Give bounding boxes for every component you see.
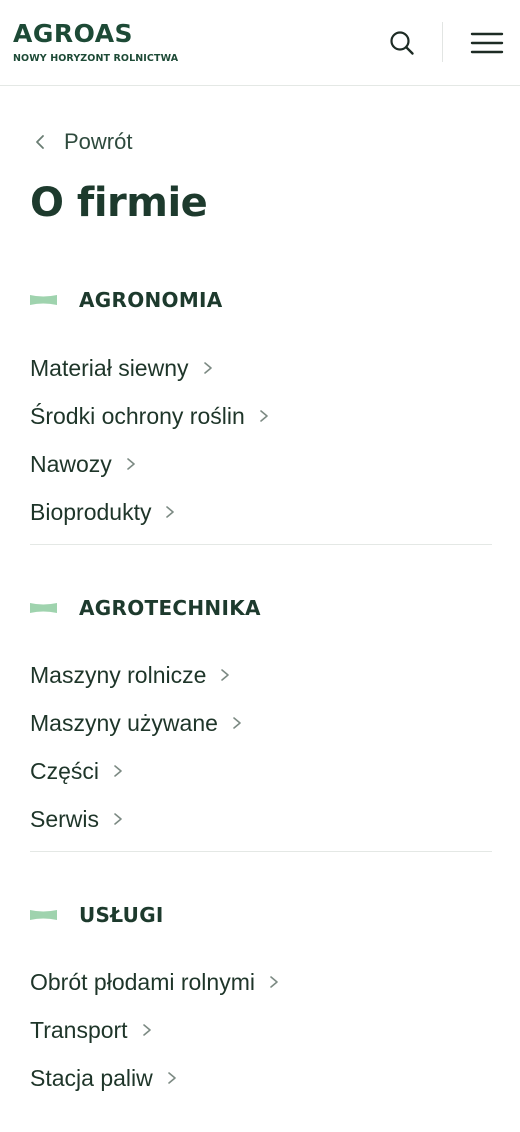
nav-item-material-siewny[interactable]: Materiał siewny — [30, 344, 492, 392]
logo-wordmark: AGROAS — [13, 19, 134, 48]
section-items: Materiał siewny Środki ochrony roślin Na… — [30, 344, 492, 536]
back-link[interactable]: Powrót — [30, 126, 132, 158]
menu-section-uslugi: USŁUGI Obrót płodami rolnymi Transport S… — [30, 900, 492, 1102]
nav-item-label: Materiał siewny — [30, 354, 189, 381]
nav-item-label: Maszyny rolnicze — [30, 661, 207, 688]
header-divider — [442, 22, 443, 62]
nav-item-label: Nawozy — [30, 450, 112, 477]
section-divider — [30, 544, 492, 545]
chevron-right-icon — [270, 976, 278, 988]
section-items: Obrót płodami rolnymi Transport Stacja p… — [30, 958, 492, 1102]
agroas-logo[interactable]: AGROAS NOWY HORYZONT ROLNICTWA — [13, 21, 193, 65]
search-button[interactable] — [386, 27, 418, 59]
chevron-right-icon — [221, 669, 230, 681]
hamburger-menu-icon — [470, 32, 504, 54]
nav-item-label: Bioprodukty — [30, 498, 152, 525]
nav-item-label: Środki ochrony roślin — [30, 402, 245, 429]
nav-item-label: Transport — [30, 1016, 128, 1043]
chevron-right-icon — [142, 1024, 151, 1036]
back-link-label: Powrót — [64, 129, 133, 154]
nav-item-maszyny-uzywane[interactable]: Maszyny używane — [30, 699, 492, 747]
section-header: USŁUGI — [30, 900, 492, 930]
chevron-right-icon — [114, 813, 122, 825]
nav-item-label: Części — [30, 757, 100, 784]
nav-item-serwis[interactable]: Serwis — [30, 795, 492, 843]
leaf-marker-icon — [30, 295, 57, 305]
chevron-right-icon — [167, 1072, 176, 1084]
nav-item-label: Stacja paliw — [30, 1064, 153, 1091]
leaf-marker-icon — [30, 603, 57, 613]
nav-item-label: Serwis — [30, 805, 100, 832]
section-title: AGRONOMIA — [79, 288, 223, 312]
nav-item-maszyny-rolnicze[interactable]: Maszyny rolnicze — [30, 651, 492, 699]
search-icon — [390, 31, 414, 55]
nav-item-label: Obrót płodami rolnymi — [30, 968, 255, 995]
menu-section-agrotechnika: AGROTECHNIKA Maszyny rolnicze Maszyny uż… — [30, 593, 492, 852]
nav-item-bioprodukty[interactable]: Bioprodukty — [30, 488, 492, 536]
chevron-right-icon — [233, 717, 241, 729]
nav-item-transport[interactable]: Transport — [30, 1006, 492, 1054]
nav-item-czesci[interactable]: Części — [30, 747, 492, 795]
section-title: AGROTECHNIKA — [79, 596, 261, 620]
section-header: AGROTECHNIKA — [30, 593, 492, 623]
nav-item-stacja-paliw[interactable]: Stacja paliw — [30, 1054, 492, 1102]
chevron-right-icon — [166, 506, 175, 518]
chevron-right-icon — [114, 765, 122, 777]
chevron-right-icon — [259, 410, 268, 422]
nav-item-obrot-plodami-rolnymi[interactable]: Obrót płodami rolnymi — [30, 958, 492, 1006]
menu-section-agronomia: AGRONOMIA Materiał siewny Środki ochrony… — [30, 285, 492, 545]
nav-item-srodki-ochrony-roslin[interactable]: Środki ochrony roślin — [30, 392, 492, 440]
section-header: AGRONOMIA — [30, 285, 492, 315]
nav-item-nawozy[interactable]: Nawozy — [30, 440, 492, 488]
nav-item-label: Maszyny używane — [30, 709, 218, 736]
chevron-right-icon — [127, 458, 135, 470]
section-divider — [30, 851, 492, 852]
section-title: USŁUGI — [79, 903, 164, 927]
menu-button[interactable] — [470, 29, 504, 57]
chevron-left-icon — [36, 135, 44, 149]
chevron-right-icon — [203, 362, 212, 374]
site-header: AGROAS NOWY HORYZONT ROLNICTWA — [0, 0, 520, 86]
section-items: Maszyny rolnicze Maszyny używane Części … — [30, 651, 492, 843]
page-title: O firmie — [30, 180, 208, 226]
leaf-marker-icon — [30, 910, 57, 920]
logo-tagline: NOWY HORYZONT ROLNICTWA — [13, 53, 179, 64]
